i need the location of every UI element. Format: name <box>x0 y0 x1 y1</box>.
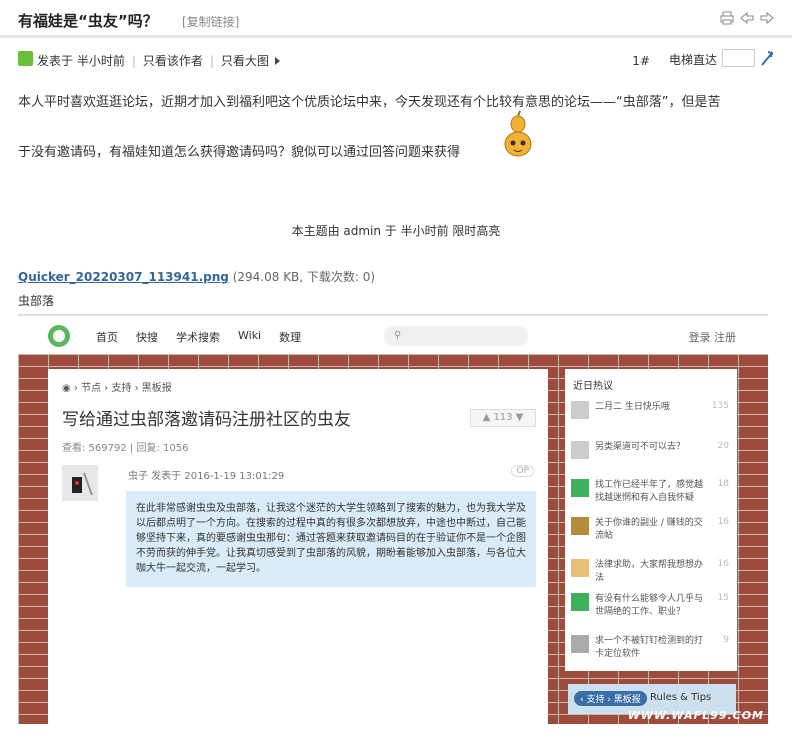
avatar <box>571 441 589 459</box>
hot-topics-panel: 近日热议 二月二 生日快乐哦 135 另类渠道可不可以去？ 20 找工作已经半年了，… <box>565 369 737 671</box>
highlight-notice: 本主题由 admin 于 半小时前 限时高亮 <box>291 224 501 238</box>
post-body-line1: 本人平时喜欢逛逛论坛，近期才加入到福利吧这个优质论坛中来，今天发现还有个比较有意… <box>18 95 721 110</box>
nav-item: 学术搜索 <box>176 331 220 344</box>
avatar <box>571 559 589 577</box>
thread-tools <box>720 11 774 25</box>
go-floor-icon[interactable] <box>759 49 775 70</box>
list-item: 另类渠道可不可以去？ 20 <box>571 439 733 471</box>
prev-thread-icon[interactable] <box>740 11 754 25</box>
attachment-meta: (294.08 KB, 下载次数: 0) <box>232 270 376 284</box>
vote-box: ▲ 113 ▼ <box>470 409 536 427</box>
avatar <box>571 479 589 497</box>
nav-item: 首页 <box>96 331 118 344</box>
floor-number[interactable]: 1# <box>632 54 650 68</box>
rules-label: Rules & Tips <box>650 692 712 703</box>
op-badge: OP <box>511 465 534 477</box>
copy-link-button[interactable]: [复制链接] <box>182 13 239 30</box>
play-icon <box>274 56 280 65</box>
print-icon[interactable] <box>720 11 734 25</box>
list-item: 求一个不被钉钉检测到的打卡定位软件 9 <box>571 633 733 665</box>
post-time: 发表于 半小时前 <box>37 54 125 68</box>
hot-topics-title: 近日热议 <box>573 381 613 392</box>
attached-screenshot[interactable]: 首页 快搜 学术搜索 Wiki 数理 ⚲ 登录 注册 ◉ › 节点 › 支持 ›… <box>18 314 768 724</box>
watermark: WWW.WAFL99.COM <box>627 709 764 722</box>
attachment-link[interactable]: Quicker_20220307_113941.png <box>18 270 229 284</box>
avatar <box>571 635 589 653</box>
post-toolbar: 发表于 半小时前 | 只看该作者 | 只看大图 1# 电梯直达 <box>18 49 775 70</box>
avatar <box>571 593 589 611</box>
nav-item: 快搜 <box>136 331 158 344</box>
elevator-label: 电梯直达 <box>668 53 717 67</box>
attachment-row: Quicker_20220307_113941.png (294.08 KB, … <box>18 268 375 285</box>
big-image-link[interactable]: 只看大图 <box>221 52 269 69</box>
avatar <box>571 517 589 535</box>
elevator-input[interactable] <box>722 49 755 67</box>
avatar <box>62 465 98 501</box>
avatar <box>571 401 589 419</box>
list-item: 有没有什么能够令人几乎与世隔绝的工作、职业？ 15 <box>571 591 733 623</box>
list-item: 关于你谁的副业 / 赚钱的交流帖 16 <box>571 515 733 547</box>
user-online-icon <box>18 51 33 66</box>
list-item: 二月二 生日快乐哦 135 <box>571 399 733 431</box>
site-logo-icon <box>48 325 70 347</box>
list-item: 法律求助，大家帮我想想办法 16 <box>571 557 733 589</box>
site-navbar: 首页 快搜 学术搜索 Wiki 数理 ⚲ 登录 注册 <box>18 314 768 354</box>
breadcrumb: ◉ › 节点 › 支持 › 黑板报 <box>62 383 172 394</box>
post-info: 虫子 发表于 2016-1-19 13:01:29 <box>128 471 285 482</box>
post-quote: 在此非常感谢虫虫及虫部落，让我这个迷茫的大学生领略到了搜索的魅力，也为我大学及以… <box>126 491 536 587</box>
next-thread-icon[interactable] <box>760 11 774 25</box>
post-stats: 查看: 569792 | 回复: 1056 <box>62 443 189 454</box>
post-panel: ◉ › 节点 › 支持 › 黑板报 写给通过虫部落邀请码注册社区的虫友 ▲ 11… <box>48 369 548 724</box>
attachment-caption: 虫部落 <box>18 294 55 308</box>
site-login: 登录 注册 <box>688 331 737 344</box>
author-only-link[interactable]: 只看该作者 <box>143 52 203 69</box>
post-title: 写给通过虫部落邀请码注册社区的虫友 <box>62 410 351 430</box>
list-item: 找工作已经半年了，感觉越找越迷惘和有入自我怀疑 18 <box>571 477 733 509</box>
nav-item: Wiki <box>238 329 262 342</box>
thread-header: 有福娃是“虫友”吗？ [复制链接] <box>0 0 792 38</box>
site-search-box: ⚲ <box>384 326 528 346</box>
gourd-emoji-icon <box>500 110 536 163</box>
node-tag: ‹ 支持 › 黑板报 <box>574 691 647 706</box>
post-body-line2: 于没有邀请码，有福娃知道怎么获得邀请码吗？貌似可以通过回答问题来获得 <box>18 145 461 160</box>
nav-item: 数理 <box>279 331 302 344</box>
thread-title: 有福娃是“虫友”吗？ <box>18 12 158 30</box>
site-nav: 首页 快搜 学术搜索 Wiki 数理 <box>96 329 301 345</box>
post-meta: 发表于 半小时前 | 只看该作者 | 只看大图 <box>37 52 280 69</box>
